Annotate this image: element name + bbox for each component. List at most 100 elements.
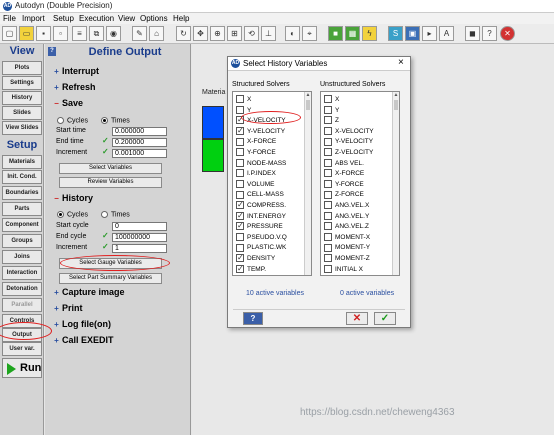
checkbox[interactable] xyxy=(236,220,244,231)
refresh-section[interactable]: + Refresh xyxy=(53,82,95,92)
nav-groups[interactable]: Groups xyxy=(2,234,42,248)
measure-icon[interactable]: ⌖ xyxy=(302,26,317,41)
unstructured-item[interactable]: Y-FORCE xyxy=(324,179,364,190)
review-variables-button[interactable]: Review Variables xyxy=(59,177,162,188)
help-icon[interactable]: ? xyxy=(482,26,497,41)
lightning-icon[interactable]: ϟ xyxy=(362,26,377,41)
checkbox[interactable] xyxy=(324,243,332,252)
unstructured-list[interactable]: ▲ X Y Z X-VELOCITY Y-VELOCITY Z-VELOCITY ABS V… xyxy=(320,91,400,276)
stop-icon[interactable]: ◼ xyxy=(465,26,480,41)
checkbox[interactable] xyxy=(236,125,244,136)
checkbox[interactable] xyxy=(324,137,332,146)
cube-icon[interactable]: ■ xyxy=(328,26,343,41)
checkbox[interactable] xyxy=(324,201,332,210)
structured-item[interactable]: Y-FORCE xyxy=(236,147,276,158)
nav-interaction[interactable]: Interaction xyxy=(2,266,42,280)
checkbox[interactable] xyxy=(236,105,244,114)
nav-slides[interactable]: Slides xyxy=(2,106,42,120)
scroll-up-icon[interactable]: ▲ xyxy=(393,92,399,98)
zoom-fit-icon[interactable]: ⊞ xyxy=(227,26,242,41)
checkbox[interactable] xyxy=(236,137,244,146)
unstructured-item[interactable]: ANG.VEL.Y xyxy=(324,211,369,222)
menu-import[interactable]: Import xyxy=(22,14,45,23)
nav-parallel[interactable]: Parallel xyxy=(2,298,42,312)
history-times-radio[interactable]: Times xyxy=(101,211,130,218)
end-cycle-field[interactable]: 100000000 xyxy=(112,233,167,242)
s-icon[interactable]: S xyxy=(388,26,403,41)
end-time-field[interactable]: 0.200000 xyxy=(112,138,167,147)
checkbox[interactable] xyxy=(236,95,244,104)
dialog-help-button[interactable]: ? xyxy=(243,312,263,325)
checkbox[interactable] xyxy=(324,116,332,125)
checkbox[interactable] xyxy=(236,263,244,274)
scroll-up-icon[interactable]: ▲ xyxy=(305,92,311,98)
unstructured-item[interactable]: ANG.VEL.X xyxy=(324,200,369,211)
close-icon[interactable]: ✕ xyxy=(500,26,515,41)
checkbox[interactable] xyxy=(324,158,332,167)
history-section[interactable]: − History xyxy=(53,193,93,203)
checkbox[interactable] xyxy=(324,233,332,242)
nav-component[interactable]: Component xyxy=(2,218,42,232)
checkbox[interactable] xyxy=(324,95,332,104)
unstructured-item[interactable]: Z-FORCE xyxy=(324,189,364,200)
structured-item[interactable]: PSEUDO.V.Q xyxy=(236,232,287,243)
menu-help[interactable]: Help xyxy=(173,14,189,23)
next-icon[interactable]: ▸ xyxy=(422,26,437,41)
capture-image-section[interactable]: + Capture image xyxy=(53,287,124,297)
nav-detonation[interactable]: Detonation xyxy=(2,282,42,296)
structured-item[interactable]: I.P.INDEX xyxy=(236,168,276,179)
grid-view-icon[interactable]: ▣ xyxy=(405,26,420,41)
unstructured-item[interactable]: INITIAL X xyxy=(324,264,363,275)
interrupt-section[interactable]: + Interrupt xyxy=(53,66,99,76)
menu-options[interactable]: Options xyxy=(140,14,168,23)
checkbox[interactable] xyxy=(324,254,332,263)
checkbox[interactable] xyxy=(324,211,332,220)
panel-help-icon[interactable]: ? xyxy=(48,47,56,56)
nav-joins[interactable]: Joins xyxy=(2,250,42,264)
menu-setup[interactable]: Setup xyxy=(53,14,74,23)
text-icon[interactable]: A xyxy=(439,26,454,41)
nav-history[interactable]: History xyxy=(2,91,42,105)
scroll-thumb[interactable] xyxy=(306,100,310,110)
unstructured-item[interactable]: MOMENT-Y xyxy=(324,242,370,253)
log-file-section[interactable]: + Log file(on) xyxy=(53,319,111,329)
checkbox[interactable] xyxy=(236,252,244,263)
copy-icon[interactable]: ⧉ xyxy=(89,26,104,41)
eye-icon[interactable]: ◐ xyxy=(285,26,300,41)
rotate-icon[interactable]: ⟲ xyxy=(244,26,259,41)
checkbox[interactable] xyxy=(236,243,244,252)
unstructured-item[interactable]: X-VELOCITY xyxy=(324,126,374,137)
run-button[interactable]: Run xyxy=(2,358,42,378)
select-icon[interactable]: ⌂ xyxy=(149,26,164,41)
menu-execution[interactable]: Execution xyxy=(79,14,114,23)
unstructured-item[interactable]: ANG.VEL.Z xyxy=(324,221,369,232)
history-increment-field[interactable]: 1 xyxy=(112,244,167,253)
nav-init-cond[interactable]: Init. Cond. xyxy=(2,170,42,184)
checkbox[interactable] xyxy=(236,148,244,157)
print-icon[interactable]: ≡ xyxy=(72,26,87,41)
save-cycles-radio[interactable]: Cycles xyxy=(57,117,88,124)
structured-item[interactable]: Y-VELOCITY xyxy=(236,125,285,137)
redraw-icon[interactable]: ✎ xyxy=(132,26,147,41)
nav-view-slides[interactable]: View Slides xyxy=(2,121,42,135)
scroll-thumb[interactable] xyxy=(394,100,398,110)
unstructured-item[interactable]: Y xyxy=(324,105,339,116)
checkbox[interactable] xyxy=(236,190,244,199)
checkbox[interactable] xyxy=(324,148,332,157)
grid-icon[interactable]: ▦ xyxy=(345,26,360,41)
cancel-button[interactable]: ✕ xyxy=(346,312,368,325)
checkbox[interactable] xyxy=(324,222,332,231)
open-file-icon[interactable]: ▭ xyxy=(19,26,34,41)
axis-icon[interactable]: ⊥ xyxy=(261,26,276,41)
checkbox[interactable] xyxy=(324,180,332,189)
nav-plots[interactable]: Plots xyxy=(2,61,42,75)
checkbox[interactable] xyxy=(324,190,332,199)
dialog-close-button[interactable]: × xyxy=(398,57,404,68)
checkbox[interactable] xyxy=(236,180,244,189)
structured-item[interactable]: PRESSURE xyxy=(236,220,283,232)
save-section[interactable]: − Save xyxy=(53,98,83,108)
unstructured-item[interactable]: Z xyxy=(324,115,339,126)
nav-settings[interactable]: Settings xyxy=(2,76,42,90)
unstructured-item[interactable]: X-FORCE xyxy=(324,168,364,179)
checkbox[interactable] xyxy=(236,199,244,210)
